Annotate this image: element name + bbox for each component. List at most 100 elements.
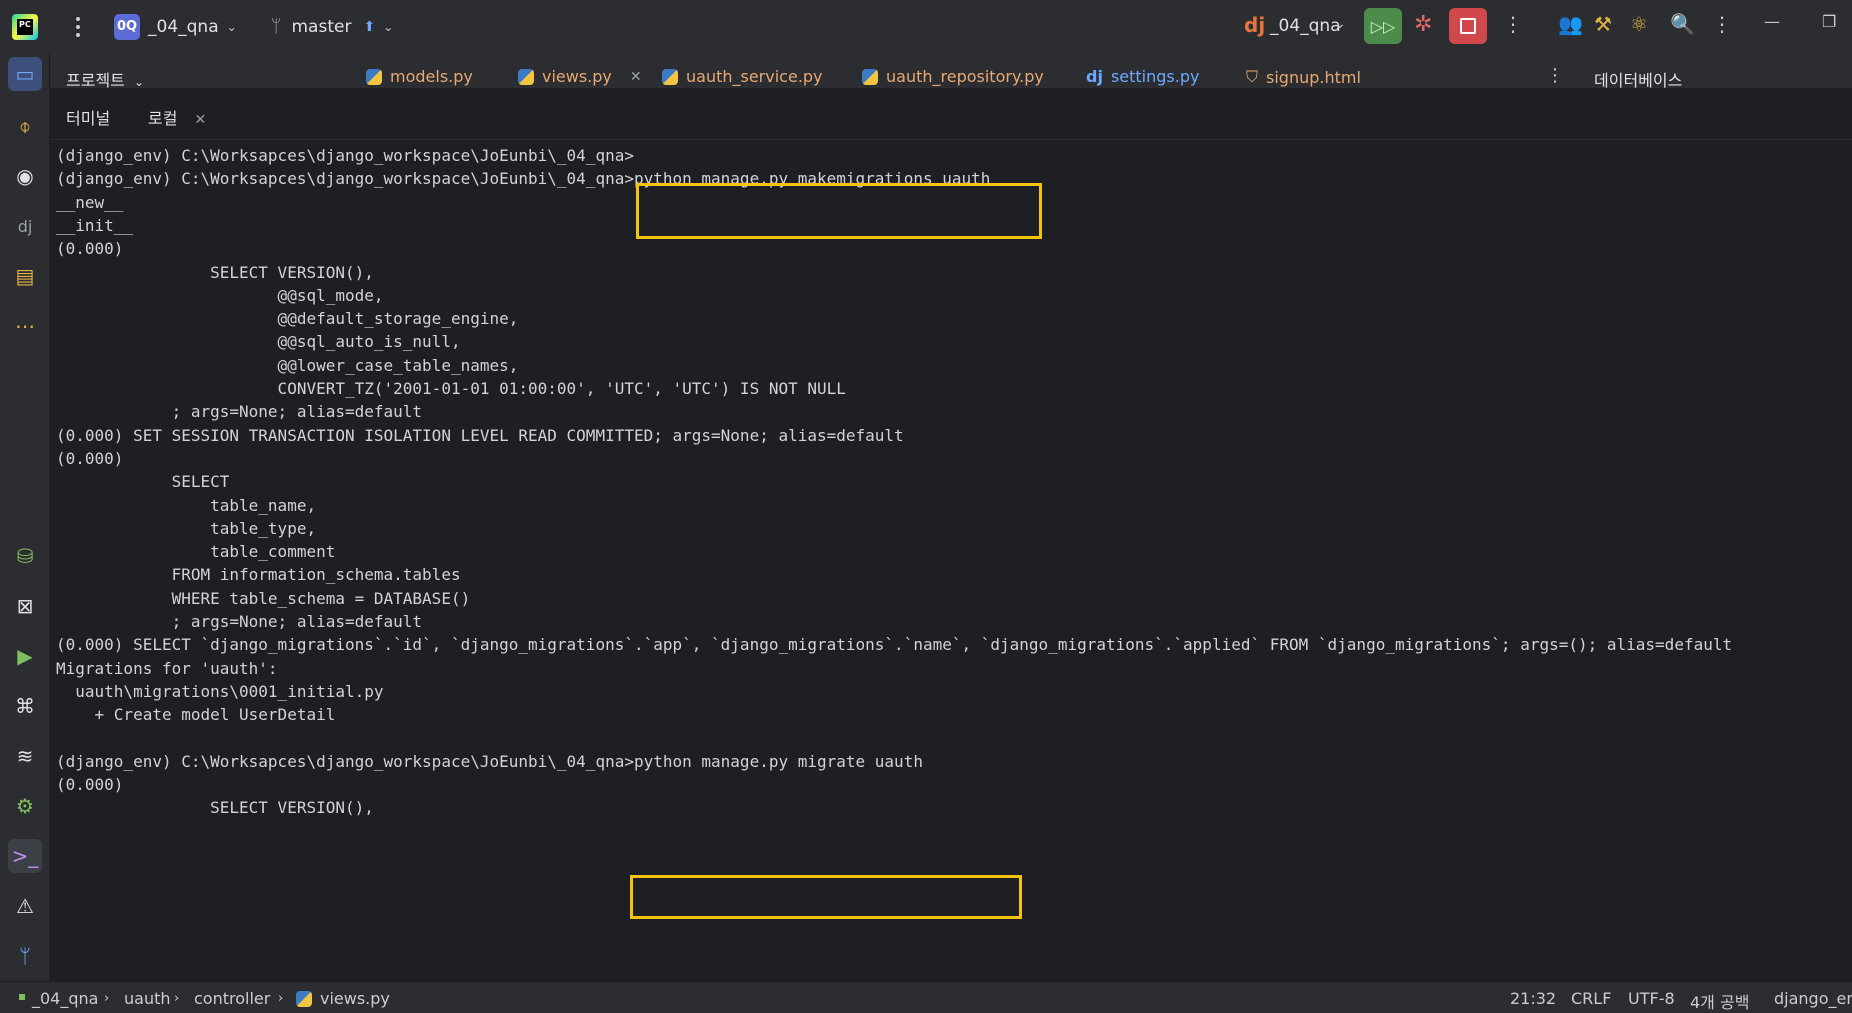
python-file-icon [862,68,878,85]
terminal-line: table_comment [56,542,336,562]
github-icon[interactable]: ◉ [8,159,42,193]
terminal-line: @@sql_auto_is_null, [56,332,461,352]
highlight-box-migrate [630,875,1022,919]
settings-gear-icon[interactable]: ⚙ [8,789,42,823]
terminal-line: SELECT VERSION(), [56,798,374,818]
left-tool-stripe: ▭ ⌽ ◉ dj ▤ ⋯ ⛁ ⊠ ▶ ⌘ ≋ ⚙ >_ ⚠ ᛘ [0,53,50,981]
breadcrumb-folder[interactable]: controller [194,989,270,1008]
project-badge[interactable]: 0Q [114,13,140,40]
tab-settings-py[interactable]: dj settings.py [1086,67,1199,86]
file-encoding[interactable]: UTF-8 [1628,989,1675,1008]
python-file-icon [296,991,312,1007]
title-bar: PC 0Q _04_qna ⌄ ᛘ master ⬆ ⌄ dj _04_qna … [0,0,1852,53]
tab-local[interactable]: 로컬 ✕ [134,105,221,143]
database-add-icon[interactable]: ⛁ [8,539,42,573]
close-tab-icon[interactable]: ✕ [195,112,207,128]
terminal-line: @@default_storage_engine, [56,309,519,329]
more-actions-icon[interactable]: ⋮ [1503,12,1523,36]
terminal-line: (django_env) C:\Worksapces\django_worksp… [56,751,923,771]
services-icon[interactable]: ▤ [8,259,42,293]
settings-menu-icon[interactable]: ⋮ [1712,12,1732,36]
project-switcher[interactable]: _04_qna ⌄ [148,17,237,37]
editor-tab-row: 프로젝트 ⌄ models.py views.py ✕ uauth_servic… [50,53,1852,95]
terminal-line: table_type, [56,518,317,538]
terminal-line: (0.000) [56,239,124,259]
run-button[interactable]: ▷▷ [1364,8,1402,44]
main-menu-icon[interactable] [68,15,88,39]
breadcrumb-project[interactable]: _04_qna [32,989,98,1008]
push-arrow-icon: ⬆ [363,18,376,35]
tab-options-icon[interactable]: ⋮ [1546,65,1564,86]
debug-icon[interactable]: ✲ [1414,12,1432,37]
tab-models-py[interactable]: models.py [366,67,473,86]
python-console-icon[interactable]: ⌘ [8,689,42,723]
minimize-icon[interactable]: — [1764,12,1780,31]
breadcrumb-separator-icon: › [104,991,110,1006]
project-view-icon[interactable]: ▭ [8,57,42,91]
terminal-line: Migrations for 'uauth': [56,658,278,678]
breadcrumb-app[interactable]: uauth [124,989,171,1008]
django-file-icon: dj [1086,67,1103,86]
run-icon: ▷▷ [1370,16,1396,36]
django-structure-icon[interactable]: dj [8,209,42,243]
indent-setting[interactable]: 4개 공백 [1690,989,1749,1013]
chevron-down-icon: ⌄ [383,19,394,34]
breadcrumb-separator-icon: › [278,991,284,1006]
git-branch-icon[interactable]: ᛘ [271,16,282,37]
terminal-line: SELECT VERSION(), [56,262,374,282]
project-tool-label[interactable]: 프로젝트 ⌄ [66,67,144,91]
html-file-icon: ⛉ [1246,67,1259,86]
breadcrumb-file[interactable]: views.py [320,989,390,1008]
run-tool-icon[interactable]: ▶ [8,639,42,673]
database-tool-label[interactable]: 데이터베이스 [1594,67,1682,91]
terminal-line: @@sql_mode, [56,285,384,305]
build-tools-icon[interactable]: ⚒ [1594,12,1612,36]
excel-icon[interactable]: ⊠ [8,589,42,623]
stop-button[interactable] [1449,8,1487,44]
terminal-line: CONVERT_TZ('2001-01-01 01:00:00', 'UTC',… [56,379,846,398]
terminal-header: 터미널 로컬 ✕ [50,89,1852,143]
close-tab-icon[interactable]: ✕ [630,69,642,85]
branch-name: master [291,16,352,37]
problems-icon[interactable]: ⚠ [8,889,42,923]
git-icon[interactable]: ᛘ [8,939,42,973]
more-tools-icon[interactable]: ⋯ [8,309,42,343]
tab-uauth-service-py[interactable]: uauth_service.py [662,67,823,86]
layers-icon[interactable]: ≋ [8,739,42,773]
project-dot-icon: ▪ [18,989,27,1003]
chevron-down-icon: ⌄ [133,75,145,89]
commit-icon[interactable]: ⌽ [8,109,42,143]
terminal-output[interactable]: (django_env) C:\Worksapces\django_worksp… [50,140,1852,981]
django-icon: dj [1244,13,1266,37]
terminal-line: uauth\migrations\0001_initial.py [56,681,384,701]
chevron-down-icon[interactable]: ⌄ [1334,16,1346,32]
python-file-icon [662,68,678,85]
python-file-icon [518,68,534,85]
run-config-name[interactable]: _04_qna [1270,16,1341,36]
branch-switcher[interactable]: master ⬆ ⌄ [292,17,394,37]
terminal-line: __new__ [56,192,124,212]
stop-icon [1460,18,1476,34]
search-icon[interactable]: 🔍 [1670,12,1695,36]
maximize-icon[interactable]: ❐ [1822,12,1836,31]
project-name: _04_qna [148,16,219,37]
terminal-title: 터미널 [66,109,111,128]
cursor-position[interactable]: 21:32 [1510,989,1556,1008]
terminal-line: + Create model UserDetail [56,705,336,725]
terminal-line: @@lower_case_table_names, [56,355,519,375]
terminal-line: (0.000) SET SESSION TRANSACTION ISOLATIO… [56,425,904,445]
terminal-line: ; args=None; alias=default [56,402,423,422]
terminal-icon[interactable]: >_ [8,839,42,873]
terminal-line: SELECT [56,472,230,492]
python-file-icon [366,68,382,85]
tab-signup-html[interactable]: ⛉ signup.html [1246,67,1361,87]
code-with-me-icon[interactable]: 👥 [1558,12,1583,36]
python-interpreter[interactable]: django_env [1774,989,1852,1008]
terminal-line: FROM information_schema.tables [56,565,461,585]
line-separator[interactable]: CRLF [1571,989,1611,1008]
breadcrumb-separator-icon: › [174,991,180,1006]
terminal-line: (django_env) C:\Worksapces\django_worksp… [56,146,634,165]
tab-uauth-repository-py[interactable]: uauth_repository.py [862,67,1044,86]
pycharm-logo-icon[interactable]: PC [12,13,38,40]
ai-assistant-icon[interactable]: ⚛ [1630,12,1648,36]
